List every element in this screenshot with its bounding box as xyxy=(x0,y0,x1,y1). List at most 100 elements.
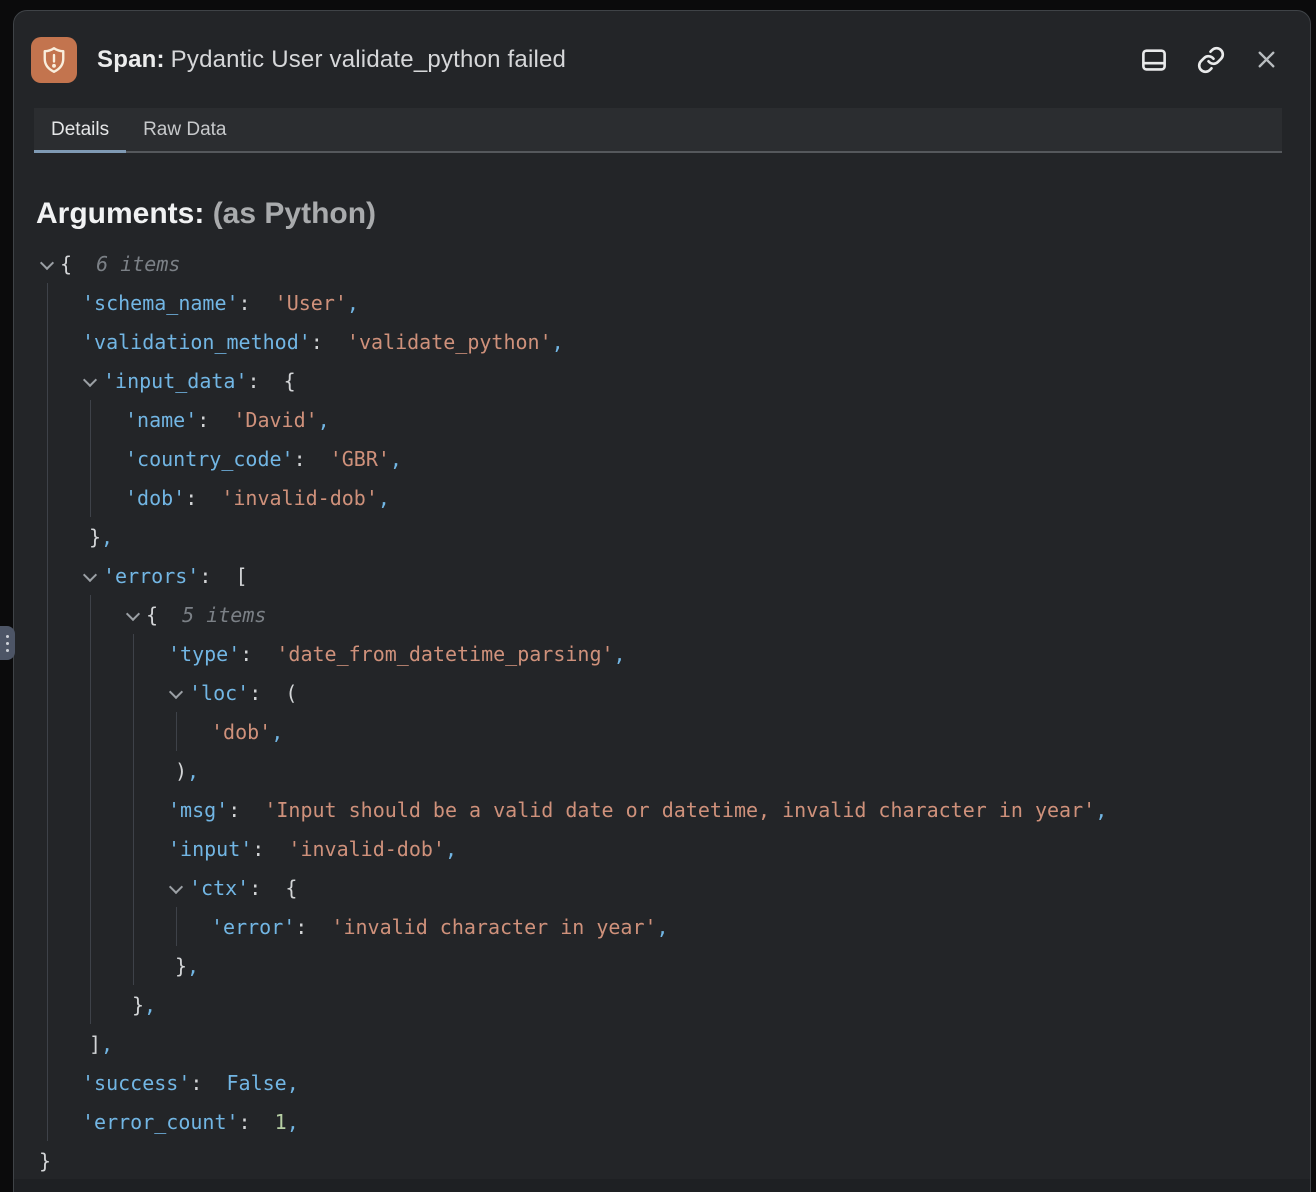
code-line: { 6 items xyxy=(36,244,1310,283)
code-token: 'errors' xyxy=(103,564,199,588)
indent-guide xyxy=(90,400,91,439)
code-line: 'name': 'David', xyxy=(36,400,1310,439)
page-background: Span:Pydantic User validate_python faile… xyxy=(0,0,1316,1192)
code-token: 'invalid character in year' xyxy=(331,915,656,939)
code-token: 'dob' xyxy=(211,720,271,744)
code-token: 'input_data' xyxy=(103,369,248,393)
code-token: : xyxy=(295,915,331,939)
collapse-chevron-icon[interactable] xyxy=(168,880,189,896)
code-token: 'success' xyxy=(82,1071,190,1095)
code-token: } xyxy=(39,1149,51,1173)
scrollbar-horizontal-track[interactable] xyxy=(14,1179,1310,1192)
collapse-chevron-icon[interactable] xyxy=(125,607,146,623)
code-line: { 5 items xyxy=(36,595,1310,634)
indent-guide xyxy=(47,322,48,361)
code-line: 'schema_name': 'User', xyxy=(36,283,1310,322)
code-line: 'error_count': 1, xyxy=(36,1102,1310,1141)
collapse-chevron-icon[interactable] xyxy=(39,256,60,272)
code-token: , xyxy=(378,486,390,510)
code-token: : [ xyxy=(199,564,247,588)
code-line: 'errors': [ xyxy=(36,556,1310,595)
code-token: , xyxy=(187,954,199,978)
indent-guide xyxy=(47,361,48,400)
panel-resize-handle[interactable] xyxy=(0,626,15,660)
code-token: , xyxy=(445,837,457,861)
code-token: 'invalid-dob' xyxy=(221,486,378,510)
code-token: 'type' xyxy=(168,642,240,666)
tab-raw-data[interactable]: Raw Data xyxy=(126,108,243,151)
code-line: } xyxy=(36,1141,1310,1180)
indent-guide xyxy=(47,946,48,985)
code-token: 'User' xyxy=(275,291,347,315)
indent-guide xyxy=(133,634,134,673)
code-token: : xyxy=(294,447,330,471)
code-token: : xyxy=(311,330,347,354)
indent-guide xyxy=(47,1063,48,1102)
indent-guide xyxy=(133,868,134,907)
indent-guide xyxy=(47,829,48,868)
code-token: ) xyxy=(175,759,187,783)
code-line: }, xyxy=(36,517,1310,556)
indent-guide xyxy=(133,790,134,829)
code-token: 'input' xyxy=(168,837,252,861)
code-token: : xyxy=(252,837,288,861)
code-token: , xyxy=(657,915,669,939)
code-token: : xyxy=(190,1071,226,1095)
code-token: , xyxy=(390,447,402,471)
code-token: 'error' xyxy=(211,915,295,939)
code-token: 5 items xyxy=(158,603,266,627)
code-token: 'date_from_datetime_parsing' xyxy=(276,642,613,666)
code-token: } xyxy=(89,525,101,549)
indent-guide xyxy=(90,478,91,517)
details-content: Arguments: (as Python) { 6 items'schema_… xyxy=(14,196,1310,1180)
code-token: 1 xyxy=(275,1110,287,1134)
code-token: , xyxy=(101,525,113,549)
indent-guide xyxy=(47,907,48,946)
code-token: , xyxy=(1095,798,1107,822)
indent-guide xyxy=(47,790,48,829)
indent-guide xyxy=(133,751,134,790)
indent-guide xyxy=(47,400,48,439)
code-token: : ( xyxy=(249,681,297,705)
code-token: , xyxy=(187,759,199,783)
indent-guide xyxy=(176,712,177,751)
indent-guide xyxy=(90,907,91,946)
drag-dot xyxy=(6,635,9,638)
indent-guide xyxy=(90,751,91,790)
indent-guide xyxy=(47,985,48,1024)
indent-guide xyxy=(90,439,91,478)
collapse-chevron-icon[interactable] xyxy=(82,568,103,584)
code-line: 'validation_method': 'validate_python', xyxy=(36,322,1310,361)
warning-shield-icon xyxy=(31,37,77,83)
code-token: { xyxy=(146,603,158,627)
code-token: 'error_count' xyxy=(82,1110,239,1134)
collapse-chevron-icon[interactable] xyxy=(82,373,103,389)
arguments-heading-qualifier: (as Python) xyxy=(213,197,376,230)
arguments-heading: Arguments: (as Python) xyxy=(36,196,1310,232)
close-icon[interactable] xyxy=(1253,46,1280,73)
code-token: 'name' xyxy=(125,408,197,432)
code-token: , xyxy=(144,993,156,1017)
indent-guide xyxy=(133,829,134,868)
code-token: 'loc' xyxy=(189,681,249,705)
indent-guide xyxy=(90,673,91,712)
indent-guide xyxy=(47,673,48,712)
arguments-json-tree: { 6 items'schema_name': 'User','validati… xyxy=(36,244,1310,1180)
dock-panel-icon[interactable] xyxy=(1139,45,1169,75)
indent-guide xyxy=(133,907,134,946)
code-line: }, xyxy=(36,946,1310,985)
indent-guide xyxy=(47,868,48,907)
code-token: : xyxy=(197,408,233,432)
tab-details[interactable]: Details xyxy=(34,108,126,151)
code-token: , xyxy=(101,1032,113,1056)
copy-link-icon[interactable] xyxy=(1196,45,1226,75)
code-line: 'dob', xyxy=(36,712,1310,751)
indent-guide xyxy=(90,634,91,673)
indent-guide xyxy=(47,556,48,595)
code-token: ] xyxy=(89,1032,101,1056)
code-token: , xyxy=(271,720,283,744)
code-line: 'country_code': 'GBR', xyxy=(36,439,1310,478)
code-token: : xyxy=(228,798,264,822)
code-line: 'ctx': { xyxy=(36,868,1310,907)
collapse-chevron-icon[interactable] xyxy=(168,685,189,701)
